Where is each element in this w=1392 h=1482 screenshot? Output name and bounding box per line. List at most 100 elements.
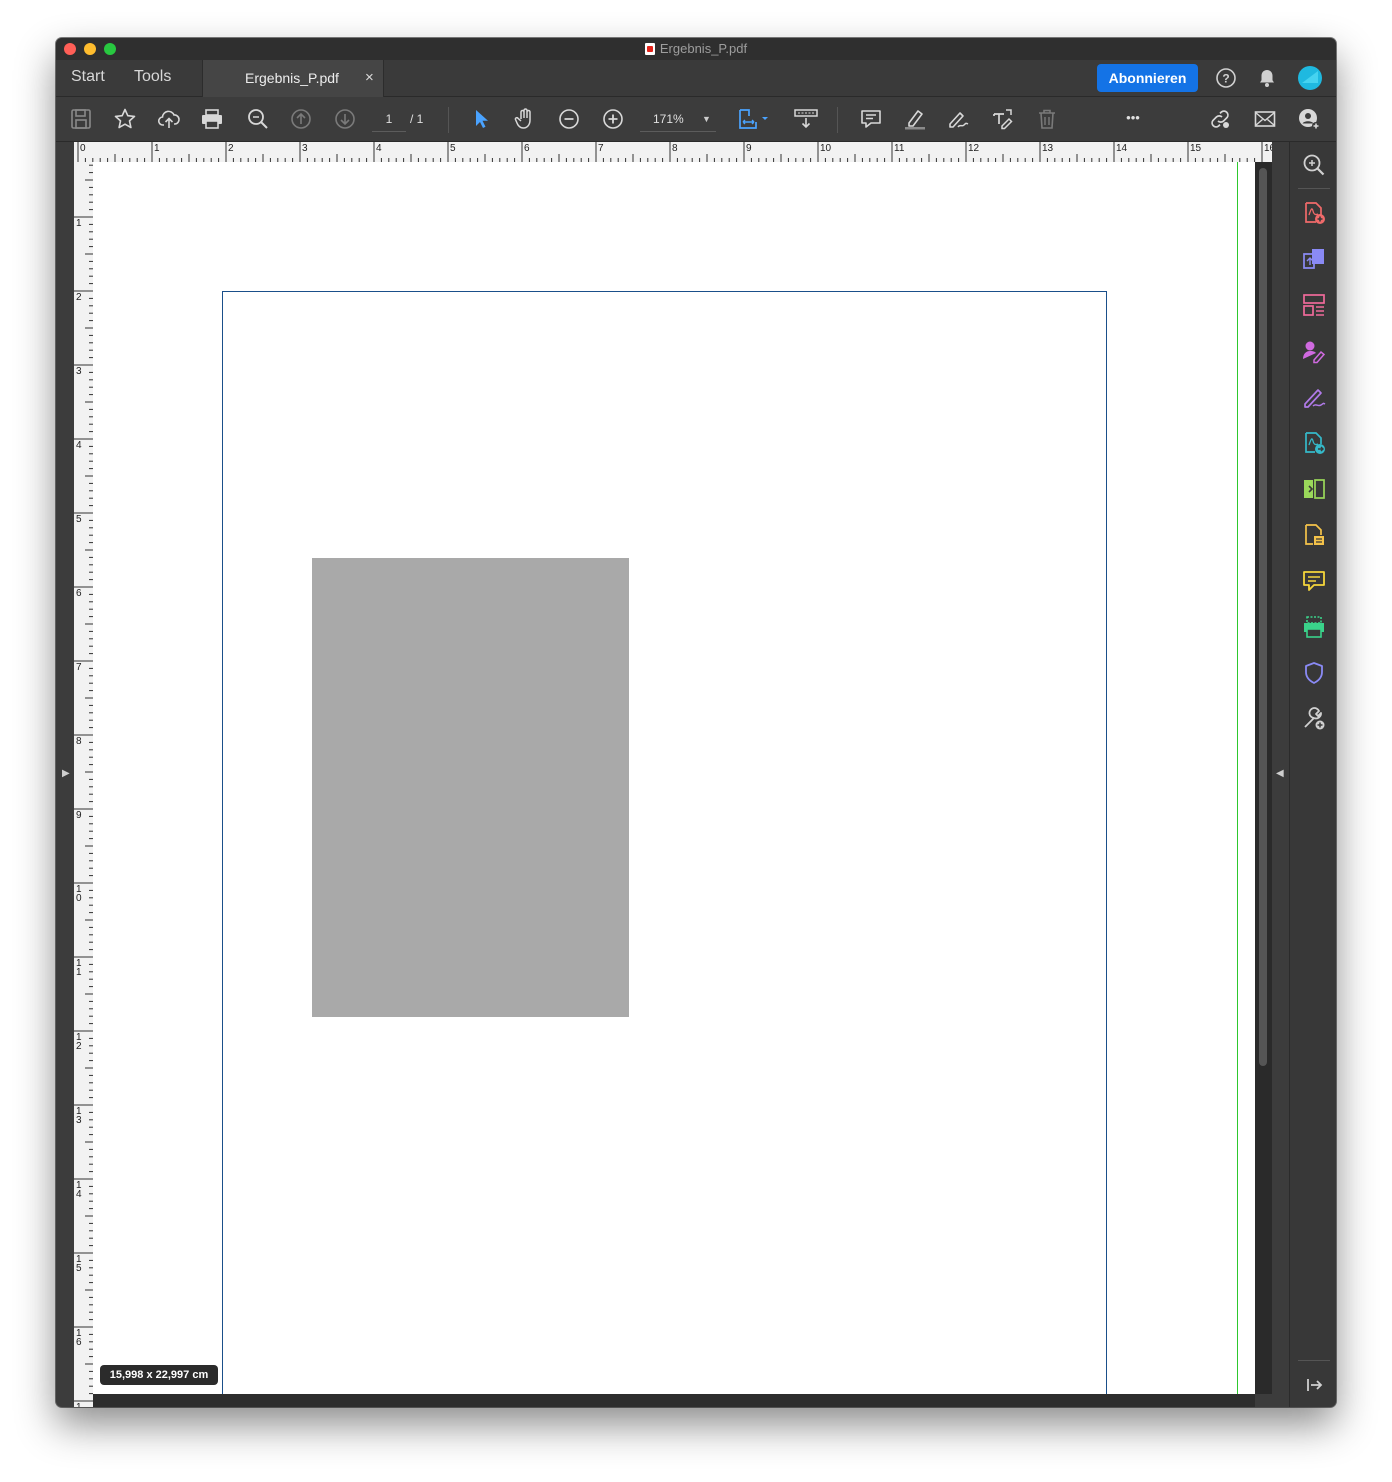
acrobat-window: Ergebnis_P.pdf Start Tools Ergebnis_P.pd… [56,38,1336,1407]
hand-tool-icon[interactable] [513,107,537,131]
previous-page-icon[interactable] [289,107,313,131]
panel-collapse-icon[interactable] [1301,1372,1327,1398]
ruler-label: 9 [76,810,82,821]
page-number-input[interactable]: 1 [372,107,406,132]
main-toolbar: 1 / 1 171% ▼ ••• [56,97,1336,142]
ruler-label: 14 [1116,143,1128,154]
ruler-label: 4 [76,1189,82,1200]
compare-files-icon[interactable] [1301,476,1327,502]
document-canvas[interactable] [93,162,1255,1394]
ruler-label: 1 [76,218,82,229]
toolbar-divider [448,107,449,133]
protect-shield-icon[interactable] [1301,660,1327,686]
ruler-label: 7 [76,662,82,673]
ruler-label: 1 [76,967,82,978]
horizontal-scrollbar[interactable] [93,1394,1255,1407]
print-icon[interactable] [200,107,224,131]
zoom-level-select[interactable]: 171% ▼ [640,107,716,132]
export-pdf-icon[interactable] [1301,246,1327,272]
title-bar: Ergebnis_P.pdf [56,38,1336,60]
ruler-label: 5 [450,143,456,154]
share-user-icon[interactable] [1297,107,1321,131]
vertical-scrollbar[interactable] [1255,162,1272,1394]
ruler-label: 4 [376,143,382,154]
window-title: Ergebnis_P.pdf [56,41,1336,56]
search-icon[interactable] [246,107,270,131]
email-icon[interactable] [1253,107,1277,131]
ruler-label: 5 [76,514,82,525]
document-tab[interactable]: Ergebnis_P.pdf × [202,60,384,97]
subscribe-button[interactable]: Abonnieren [1097,64,1198,92]
more-tools-icon[interactable] [1301,706,1327,732]
ruler-label: 7 [598,143,604,154]
add-comment-icon[interactable] [859,107,883,131]
zoom-level-value: 171% [653,112,684,126]
ruler-label: 3 [302,143,308,154]
fill-sign-icon[interactable] [1301,384,1327,410]
ruler-label: 16 [1264,143,1272,154]
close-tab-icon[interactable]: × [365,69,374,86]
ruler-label: 2 [76,292,82,303]
panel-divider [1298,188,1330,189]
ruler-label: 3 [76,366,82,377]
document-tab-label: Ergebnis_P.pdf [245,70,339,86]
ruler-label: 0 [76,893,82,904]
horizontal-ruler: 012345678910111213141516 [74,142,1272,162]
print-production-icon[interactable] [1301,614,1327,640]
ruler-label: 15 [1190,143,1202,154]
draw-freehand-icon[interactable] [946,107,970,131]
tab-start[interactable]: Start [71,68,105,86]
panel-divider [1298,1360,1330,1361]
ruler-label: 3 [76,1115,82,1126]
share-link-icon[interactable] [1208,107,1232,131]
svg-text:?: ? [1222,72,1229,86]
dimension-badge: 15,998 x 22,997 cm [100,1365,218,1385]
scrollbar-thumb[interactable] [1259,168,1267,1066]
right-panel-collapse-icon[interactable]: ◀ [1276,768,1284,779]
zoom-tool-icon[interactable] [1301,152,1327,178]
save-icon[interactable] [69,107,93,131]
ruler-label: 9 [746,143,752,154]
combine-files-icon[interactable] [1301,430,1327,456]
fit-page-icon[interactable] [736,107,772,131]
horizontal-ruler-ticks: 012345678910111213141516 [77,142,1272,162]
select-tool-icon[interactable] [469,107,493,131]
ruler-label: 11 [894,143,905,154]
protect-file-icon[interactable] [1301,522,1327,548]
ruler-label: 12 [968,143,980,154]
zoom-in-icon[interactable] [601,107,625,131]
ruler-label: 6 [524,143,530,154]
request-signatures-icon[interactable] [1301,338,1327,364]
create-pdf-icon[interactable] [1301,200,1327,226]
help-circle-icon[interactable]: ? [1215,67,1237,89]
ruler-label: 6 [76,588,82,599]
ruler-label: 2 [76,1041,82,1052]
cloud-upload-icon[interactable] [157,107,181,131]
ruler-label: 6 [76,1337,82,1348]
ruler-label: 8 [76,736,82,747]
left-panel-expand-icon[interactable]: ▶ [62,768,70,779]
bookmark-star-icon[interactable] [113,107,137,131]
ruler-label: 8 [672,143,678,154]
next-page-icon[interactable] [333,107,357,131]
right-tools-panel [1289,142,1336,1407]
highlight-icon[interactable] [903,107,927,131]
image-placeholder[interactable] [312,558,629,1017]
ruler-label: 10 [820,143,832,154]
ruler-label: 1 [154,143,160,154]
avatar[interactable] [1297,65,1323,91]
toolbar-divider [837,107,838,133]
page-total: / 1 [410,112,424,126]
bell-icon[interactable] [1256,67,1278,89]
tab-tools[interactable]: Tools [134,68,171,86]
edit-text-icon[interactable] [990,107,1014,131]
more-options-icon[interactable]: ••• [1120,107,1146,131]
organize-pages-icon[interactable] [1301,292,1327,318]
delete-icon[interactable] [1035,107,1059,131]
zoom-out-icon[interactable] [557,107,581,131]
bleed-guide-line [1237,162,1238,1394]
comment-icon[interactable] [1301,568,1327,594]
window-title-text: Ergebnis_P.pdf [659,41,748,56]
scroll-mode-icon[interactable] [793,107,819,131]
vertical-ruler: 123456789101112131415161 [74,162,93,1407]
